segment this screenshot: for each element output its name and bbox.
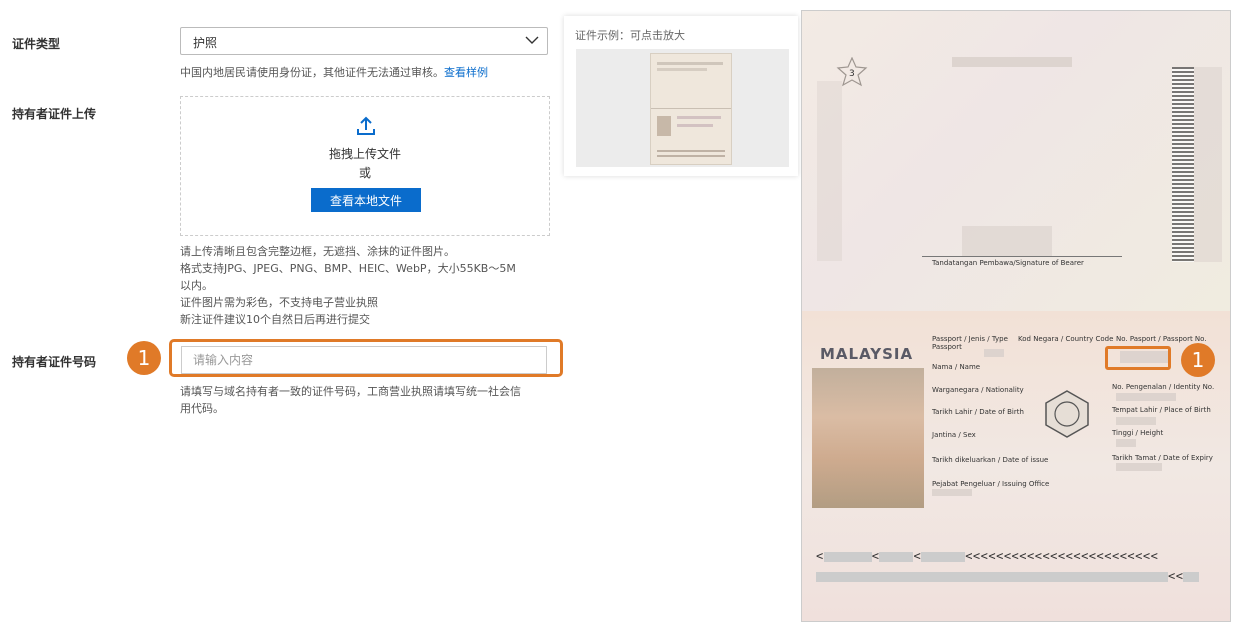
redacted-block xyxy=(952,57,1072,67)
signature-line xyxy=(922,256,1122,257)
callout-badge-right: 1 xyxy=(1181,343,1215,377)
sample-card[interactable]: 证件示例：可点击放大 xyxy=(564,16,798,176)
passport-country: MALAYSIA xyxy=(820,345,914,363)
redacted-block xyxy=(1116,417,1156,425)
passport-sample-image: 3 Tandatangan Pembawa/Signature of Beare… xyxy=(801,10,1231,622)
coat-of-arms-emblem-icon xyxy=(1045,390,1089,438)
mrz-fill-1: <<<<<<<<<<<<<<<<<<<<<<<<< xyxy=(965,549,1159,563)
or-text: 或 xyxy=(358,166,371,180)
field-label: No. Pengenalan / Identity No. xyxy=(1112,383,1215,391)
mrz-line-1: < < < <<<<<<<<<<<<<<<<<<<<<<<<< xyxy=(816,549,1159,563)
redacted-signature xyxy=(962,226,1052,256)
upload-hint-line: 格式支持JPG、JPEG、PNG、BMP、HEIC、WebP，大小55KB～5M xyxy=(180,262,516,275)
doc-type-label: 证件类型 xyxy=(12,37,61,51)
field-label: Warganegara / Nationality xyxy=(932,386,1024,394)
field-label: Tarikh Tamat / Date of Expiry xyxy=(1112,454,1213,462)
redacted-block xyxy=(1116,463,1162,471)
browse-local-files-button[interactable]: 查看本地文件 xyxy=(311,188,421,212)
sample-thumbnail[interactable] xyxy=(576,49,789,167)
redacted-block xyxy=(1116,393,1176,401)
redacted-block xyxy=(932,489,972,496)
doc-number-hint-line: 用代码。 xyxy=(180,402,224,415)
passport-page-number: 3 xyxy=(849,69,855,79)
redacted-block xyxy=(1194,67,1222,262)
doc-number-input[interactable]: 请输入内容 xyxy=(181,346,547,374)
upload-hint-line: 请上传清晰且包含完整边框，无遮挡、涂抹的证件图片。 xyxy=(180,245,455,258)
mrz-line-2: << xyxy=(816,569,1200,583)
doc-number-hint-line: 请填写与域名持有者一致的证件号码，工商营业执照请填写统一社会信 xyxy=(180,385,521,398)
passport-number-highlight xyxy=(1105,346,1171,370)
field-label: Tinggi / Height xyxy=(1112,429,1164,437)
drag-upload-text: 拖拽上传文件 xyxy=(328,147,401,161)
barcode xyxy=(1172,67,1194,262)
callout-badge-left: 1 xyxy=(127,341,161,375)
field-label: Tempat Lahir / Place of Birth xyxy=(1112,406,1211,414)
field-label: Nama / Name xyxy=(932,363,981,371)
redacted-block xyxy=(817,81,842,261)
upload-hints: 请上传清晰且包含完整边框，无遮挡、涂抹的证件图片。 格式支持JPG、JPEG、P… xyxy=(180,243,555,328)
view-sample-link[interactable]: 查看样例 xyxy=(444,66,488,79)
passport-top-page: 3 Tandatangan Pembawa/Signature of Beare… xyxy=(802,11,1230,311)
field-label: Tarikh dikeluarkan / Date of issue xyxy=(932,456,1049,464)
field-label: No. Pasport / Passport No. xyxy=(1116,335,1207,343)
doc-type-hint-text: 中国内地居民请使用身份证，其他证件无法通过审核。 xyxy=(180,66,444,79)
doc-type-hint: 中国内地居民请使用身份证，其他证件无法通过审核。查看样例 xyxy=(180,64,488,81)
sample-card-title: 证件示例：可点击放大 xyxy=(575,29,685,42)
upload-dropzone[interactable]: 拖拽上传文件 或 查看本地文件 xyxy=(180,96,550,236)
field-label: Pejabat Pengeluar / Issuing Office xyxy=(932,480,1050,488)
field-label: Tarikh Lahir / Date of Birth xyxy=(932,408,1024,416)
redacted-block xyxy=(984,349,1004,357)
mrz-fill-2: << xyxy=(1168,569,1184,583)
sample-passport-image xyxy=(650,53,732,165)
upload-hint-line: 以内。 xyxy=(180,279,213,292)
upload-hint-line: 新注证件建议10个自然日后再进行提交 xyxy=(180,313,370,326)
holder-photo-redacted xyxy=(812,368,924,508)
upload-hint-line: 证件图片需为彩色，不支持电子营业执照 xyxy=(180,296,378,309)
upload-label: 持有者证件上传 xyxy=(12,107,97,121)
field-label: Jantina / Sex xyxy=(932,431,976,439)
chevron-down-icon xyxy=(525,36,539,44)
field-label: Kod Negara / Country Code xyxy=(1018,335,1114,343)
doc-type-select[interactable]: 护照 xyxy=(180,27,548,55)
redacted-block xyxy=(1116,439,1136,447)
signature-label: Tandatangan Pembawa/Signature of Bearer xyxy=(932,259,1084,267)
doc-number-hints: 请填写与域名持有者一致的证件号码，工商营业执照请填写统一社会信 用代码。 xyxy=(180,383,555,417)
field-label: Passport / Jenis / Type xyxy=(932,335,1008,343)
doc-number-label: 持有者证件号码 xyxy=(12,355,97,369)
upload-icon xyxy=(357,116,375,135)
field-label: Passport xyxy=(932,343,962,351)
doc-type-selected: 护照 xyxy=(193,36,218,50)
